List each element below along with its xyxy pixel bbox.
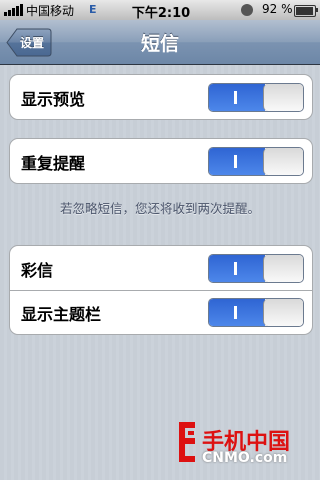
toggle-on-mark xyxy=(234,155,237,168)
settings-group-mms: 彩信 显示主题栏 xyxy=(9,245,313,335)
show-subject-label: 显示主题栏 xyxy=(21,305,102,324)
show-preview-toggle[interactable] xyxy=(208,83,304,112)
show-subject-toggle[interactable] xyxy=(208,298,304,327)
carrier-name: 中国移动 xyxy=(26,4,75,18)
setting-row-mms: 彩信 xyxy=(10,246,312,290)
setting-row-show-subject: 显示主题栏 xyxy=(10,290,312,334)
repeat-alert-label: 重复提醒 xyxy=(21,154,86,173)
status-time: 下午2:10 xyxy=(131,6,191,21)
toggle-knob xyxy=(263,148,303,175)
toggle-on-mark xyxy=(234,262,237,275)
watermark-en: CNMO.com xyxy=(202,450,288,466)
repeat-alert-toggle[interactable] xyxy=(208,147,304,176)
cnmo-logo-icon xyxy=(179,422,195,462)
toggle-knob xyxy=(263,255,303,282)
battery-percent: 92 % xyxy=(262,2,293,16)
toggle-knob xyxy=(263,299,303,326)
toggle-knob xyxy=(263,84,303,111)
setting-row-repeat-alert: 重复提醒 xyxy=(10,139,312,183)
toggle-on-fill xyxy=(209,255,265,282)
show-preview-label: 显示预览 xyxy=(21,90,86,109)
toggle-on-fill xyxy=(209,84,265,111)
network-type: E xyxy=(89,3,97,16)
battery-icon xyxy=(294,5,316,17)
toggle-on-fill xyxy=(209,148,265,175)
setting-row-show-preview: 显示预览 xyxy=(10,75,312,119)
toggle-on-mark xyxy=(234,91,237,104)
settings-group-preview: 显示预览 xyxy=(9,74,313,120)
page-title: 短信 xyxy=(140,33,179,55)
toggle-on-fill xyxy=(209,299,265,326)
battery-fill xyxy=(296,7,313,15)
battery-tip xyxy=(316,8,318,12)
rotation-lock-icon xyxy=(241,4,253,16)
navigation-bar: 设置 短信 xyxy=(0,20,320,65)
repeat-alert-footnote: 若忽略短信，您还将收到两次提醒。 xyxy=(59,201,260,216)
signal-strength-icon xyxy=(4,4,23,16)
mms-toggle[interactable] xyxy=(208,254,304,283)
status-bar: 中国移动 E 下午2:10 92 % xyxy=(0,0,320,21)
toggle-on-mark xyxy=(234,306,237,319)
mms-label: 彩信 xyxy=(21,261,54,280)
settings-group-repeat-alert: 重复提醒 xyxy=(9,138,313,184)
